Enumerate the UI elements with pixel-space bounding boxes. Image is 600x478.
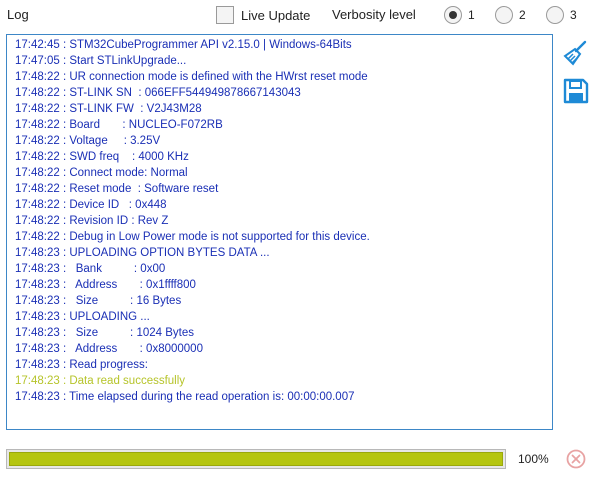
verbosity-level-label: Verbosity level bbox=[332, 7, 416, 22]
log-lines: 17:42:45 : STM32CubeProgrammer API v2.15… bbox=[7, 35, 552, 405]
progress-fill bbox=[9, 452, 503, 466]
cancel-operation-button[interactable] bbox=[566, 449, 586, 469]
log-line: 17:48:22 : Debug in Low Power mode is no… bbox=[15, 231, 370, 243]
read-progress-bar bbox=[6, 449, 506, 469]
log-line: 17:48:22 : SWD freq : 4000 KHz bbox=[15, 151, 189, 163]
verbosity-label-1: 1 bbox=[468, 8, 475, 22]
live-update-toggle[interactable]: Live Update bbox=[216, 5, 310, 25]
live-update-checkbox[interactable] bbox=[216, 6, 234, 24]
log-line: 17:48:22 : ST-LINK SN : 066EFF5449498786… bbox=[15, 87, 301, 99]
log-line: 17:47:05 : Start STLinkUpgrade... bbox=[15, 55, 187, 67]
log-line: 17:48:23 : Address : 0x8000000 bbox=[15, 343, 203, 355]
verbosity-radio-3[interactable] bbox=[546, 6, 564, 24]
progress-percent: 100% bbox=[518, 452, 549, 466]
live-update-label: Live Update bbox=[241, 7, 311, 23]
log-header: Log Live Update Verbosity level 1 2 3 bbox=[0, 0, 600, 32]
broom-icon bbox=[563, 40, 587, 66]
log-line: 17:48:22 : Voltage : 3.25V bbox=[15, 135, 161, 147]
log-line: 17:48:23 : Size : 16 Bytes bbox=[15, 295, 182, 307]
log-line: 17:48:22 : Board : NUCLEO-F072RB bbox=[15, 119, 223, 131]
log-line: 17:48:22 : ST-LINK FW : V2J43M28 bbox=[15, 103, 202, 115]
log-line: 17:48:23 : Address : 0x1ffff800 bbox=[15, 279, 196, 291]
verbosity-label-3: 3 bbox=[570, 8, 577, 22]
floppy-disk-icon bbox=[563, 78, 589, 104]
cancel-icon bbox=[566, 449, 586, 469]
verbosity-radio-1[interactable] bbox=[444, 6, 462, 24]
log-line: 17:48:23 : UPLOADING OPTION BYTES DATA .… bbox=[15, 247, 270, 259]
log-line: 17:48:23 : Size : 1024 Bytes bbox=[15, 327, 194, 339]
log-line: 17:48:23 : Bank : 0x00 bbox=[15, 263, 166, 275]
log-line: 17:48:22 : Revision ID : Rev Z bbox=[15, 215, 169, 227]
log-title: Log bbox=[7, 7, 29, 22]
log-line-success: 17:48:23 : Data read successfully bbox=[15, 375, 186, 387]
log-line: 17:48:22 : UR connection mode is defined… bbox=[15, 71, 368, 83]
save-log-button[interactable] bbox=[563, 78, 589, 104]
verbosity-option-1[interactable]: 1 bbox=[444, 5, 475, 25]
verbosity-label-2: 2 bbox=[519, 8, 526, 22]
log-line: 17:48:23 : Read progress: bbox=[15, 359, 148, 371]
log-line: 17:48:23 : UPLOADING ... bbox=[15, 311, 150, 323]
log-line: 17:48:22 : Device ID : 0x448 bbox=[15, 199, 167, 211]
clear-log-button[interactable] bbox=[563, 40, 589, 66]
verbosity-option-2[interactable]: 2 bbox=[495, 5, 526, 25]
verbosity-radio-2[interactable] bbox=[495, 6, 513, 24]
log-line: 17:42:45 : STM32CubeProgrammer API v2.15… bbox=[15, 39, 352, 51]
log-line: 17:48:23 : Time elapsed during the read … bbox=[15, 391, 355, 403]
log-line: 17:48:22 : Connect mode: Normal bbox=[15, 167, 188, 179]
verbosity-option-3[interactable]: 3 bbox=[546, 5, 577, 25]
log-output-panel[interactable]: 17:42:45 : STM32CubeProgrammer API v2.15… bbox=[6, 34, 553, 430]
log-line: 17:48:22 : Reset mode : Software reset bbox=[15, 183, 219, 195]
